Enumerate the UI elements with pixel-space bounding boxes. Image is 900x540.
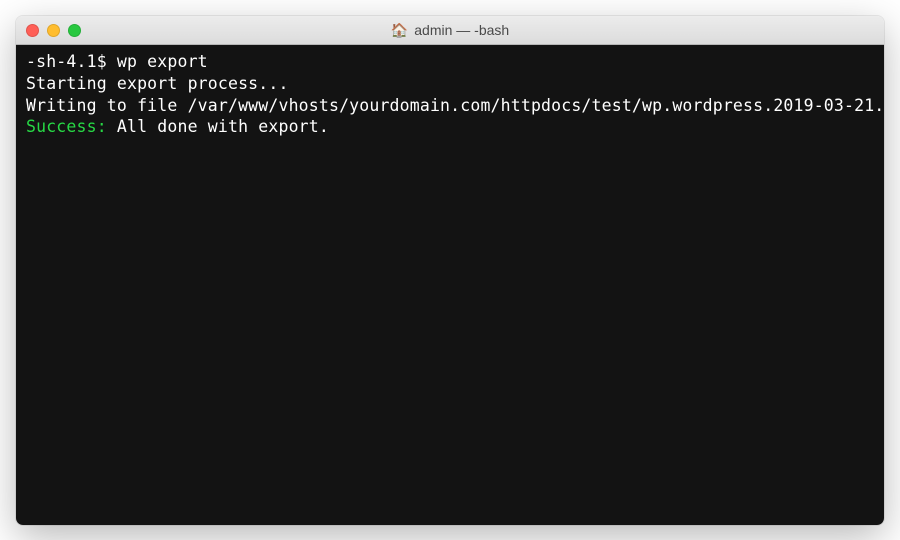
close-button[interactable] <box>26 24 39 37</box>
terminal-line-output: Writing to file /var/www/vhosts/yourdoma… <box>26 95 874 117</box>
maximize-button[interactable] <box>68 24 81 37</box>
success-label: Success: <box>26 117 107 136</box>
success-text: All done with export. <box>107 117 329 136</box>
window-title: admin — -bash <box>414 22 509 38</box>
terminal-line-prompt: -sh-4.1$ wp export <box>26 51 874 73</box>
minimize-button[interactable] <box>47 24 60 37</box>
terminal-body[interactable]: -sh-4.1$ wp exportStarting export proces… <box>16 45 884 525</box>
shell-command: wp export <box>117 52 208 71</box>
terminal-line-output: Starting export process... <box>26 73 874 95</box>
titlebar[interactable]: 🏠 admin — -bash <box>16 16 884 45</box>
terminal-window: 🏠 admin — -bash -sh-4.1$ wp exportStarti… <box>16 16 884 525</box>
shell-prompt: -sh-4.1$ <box>26 52 117 71</box>
home-icon: 🏠 <box>391 22 408 39</box>
window-title-area: 🏠 admin — -bash <box>16 22 884 39</box>
terminal-line-success: Success: All done with export. <box>26 116 874 138</box>
traffic-lights <box>26 24 81 37</box>
